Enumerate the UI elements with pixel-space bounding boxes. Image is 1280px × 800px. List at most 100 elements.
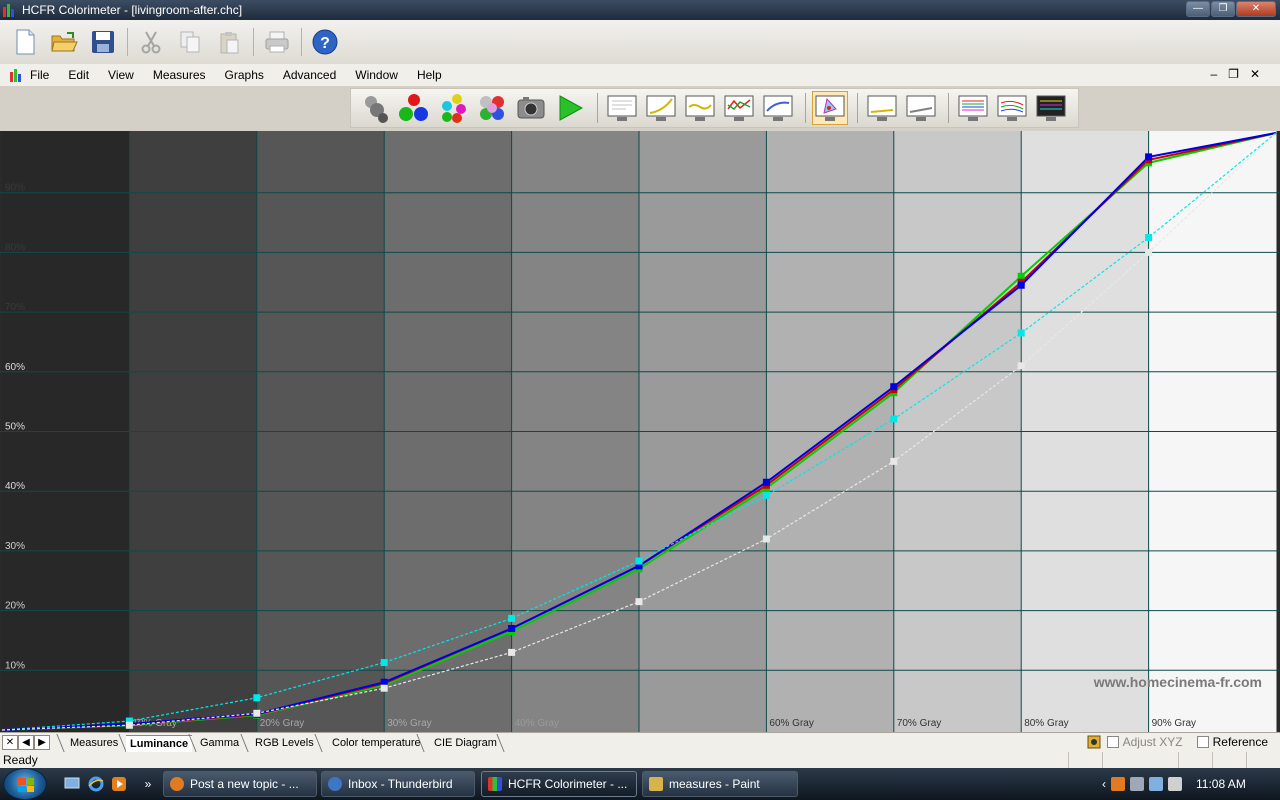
y-tick-label: 10% xyxy=(5,660,25,671)
maximize-button[interactable]: ❐ xyxy=(1211,1,1235,17)
mdi-minimize-button[interactable]: – xyxy=(1210,67,1217,81)
data-set-view-button[interactable] xyxy=(1033,91,1069,125)
menu-bar: File Edit View Measures Graphs Advanced … xyxy=(0,64,1280,86)
multi-balls-button[interactable] xyxy=(474,91,510,125)
paint-icon xyxy=(649,777,663,791)
y-tick-label: 80% xyxy=(5,242,25,253)
near-white-view-icon xyxy=(906,95,936,121)
volume-icon[interactable] xyxy=(1168,777,1182,791)
close-view-button[interactable]: ✕ xyxy=(2,735,18,750)
copy-button[interactable] xyxy=(173,26,207,58)
tab-divider xyxy=(56,734,65,752)
windows-logo-icon xyxy=(18,778,34,792)
close-button[interactable]: ✕ xyxy=(1236,1,1276,17)
color-temp-view-button[interactable] xyxy=(760,91,796,125)
data-point xyxy=(253,709,261,717)
tab-rgb-levels[interactable]: RGB Levels xyxy=(255,735,314,752)
menu-measures[interactable]: Measures xyxy=(153,68,206,82)
near-black-view-button[interactable] xyxy=(864,91,900,125)
cut-button[interactable] xyxy=(134,26,168,58)
camera-button[interactable] xyxy=(513,91,549,125)
view-options: Adjust XYZ Reference xyxy=(1087,735,1268,749)
tray-monitor-icon[interactable] xyxy=(1130,777,1144,791)
task-label: measures - Paint xyxy=(669,777,760,791)
saturation-shift-view-button[interactable] xyxy=(955,91,991,125)
menu-window[interactable]: Window xyxy=(355,68,398,82)
data-point xyxy=(1145,248,1153,256)
adjust-xyz-checkbox[interactable] xyxy=(1106,736,1119,748)
data-point xyxy=(890,457,898,465)
standard-toolbar: ? xyxy=(0,20,1280,64)
gamma-view-icon xyxy=(685,95,715,121)
menu-file[interactable]: File xyxy=(30,68,49,82)
mdi-close-button[interactable]: ✕ xyxy=(1250,67,1260,81)
menu-view[interactable]: View xyxy=(108,68,134,82)
clock[interactable]: 11:08 AM xyxy=(1196,777,1246,791)
cie-diagram-view-icon xyxy=(815,95,845,121)
save-button[interactable] xyxy=(86,26,120,58)
previous-tab-button[interactable]: ◀ xyxy=(18,735,34,750)
luminance-view-icon xyxy=(646,95,676,121)
task-hcfr-colorimeter[interactable]: HCFR Colorimeter - ... xyxy=(481,771,637,797)
gamma-view-button[interactable] xyxy=(682,91,718,125)
internet-explorer-icon[interactable] xyxy=(88,776,104,792)
document-system-icon[interactable] xyxy=(10,68,24,82)
tab-luminance[interactable]: Luminance xyxy=(126,735,193,752)
network-icon[interactable] xyxy=(1149,777,1163,791)
paste-icon xyxy=(220,32,239,54)
task-thunderbird-inbox[interactable]: Inbox - Thunderbird xyxy=(321,771,475,797)
system-tray: ‹ 11:08 AM xyxy=(1098,768,1280,800)
y-tick-label: 30% xyxy=(5,541,25,552)
new-document-button[interactable] xyxy=(8,26,42,58)
status-pane xyxy=(1246,752,1280,768)
view-tab-bar: ✕ ◀ ▶ Measures Luminance Gamma RGB Level… xyxy=(0,732,1280,752)
measures-view-button[interactable] xyxy=(604,91,640,125)
saturation-lum-view-button[interactable] xyxy=(994,91,1030,125)
tab-color-temperature[interactable]: Color temperature xyxy=(332,735,421,752)
hcfr-app-icon[interactable] xyxy=(3,3,17,17)
tab-divider xyxy=(240,734,249,752)
paste-button[interactable] xyxy=(212,26,246,58)
help-button[interactable]: ? xyxy=(308,26,342,58)
color-balls-button[interactable] xyxy=(435,91,471,125)
save-icon xyxy=(92,31,114,53)
menu-graphs[interactable]: Graphs xyxy=(225,68,264,82)
mdi-restore-button[interactable]: ❐ xyxy=(1228,67,1239,81)
tab-measures[interactable]: Measures xyxy=(70,735,118,752)
rgb-levels-view-button[interactable] xyxy=(721,91,757,125)
svg-text:?: ? xyxy=(320,35,330,52)
minimize-button[interactable]: — xyxy=(1186,1,1210,17)
window-title: HCFR Colorimeter - [livingroom-after.chc… xyxy=(22,3,243,17)
tray-expand-button[interactable]: ‹ xyxy=(1102,777,1106,791)
tray-app-icon[interactable] xyxy=(1111,777,1125,791)
next-tab-button[interactable]: ▶ xyxy=(34,735,50,750)
play-button[interactable] xyxy=(552,91,588,125)
tab-gamma[interactable]: Gamma xyxy=(200,735,239,752)
luminance-chart-svg: 10%20%30%40%50%60%70%80%90% 10% Gray 20% … xyxy=(0,131,1280,732)
rgb-balls-button[interactable] xyxy=(396,91,432,125)
print-button[interactable] xyxy=(260,26,294,58)
menu-advanced[interactable]: Advanced xyxy=(283,68,336,82)
task-firefox-post-topic[interactable]: Post a new topic - ... xyxy=(163,771,317,797)
menu-edit[interactable]: Edit xyxy=(68,68,89,82)
open-button[interactable] xyxy=(47,26,81,58)
show-desktop-icon[interactable] xyxy=(64,776,80,792)
tab-cie-diagram[interactable]: CIE Diagram xyxy=(434,735,497,752)
y-tick-label: 40% xyxy=(5,481,25,492)
menu-help[interactable]: Help xyxy=(417,68,442,82)
cie-diagram-view-button[interactable] xyxy=(812,91,848,125)
start-button[interactable] xyxy=(3,768,47,800)
camera-icon xyxy=(517,97,545,119)
status-bar: Ready xyxy=(0,752,1280,768)
task-paint-measures[interactable]: measures - Paint xyxy=(642,771,798,797)
near-white-view-button[interactable] xyxy=(903,91,939,125)
y-tick-label: 60% xyxy=(5,362,25,373)
quick-launch-more-button[interactable]: » xyxy=(140,776,156,792)
sensor-button[interactable] xyxy=(357,91,393,125)
print-icon xyxy=(265,31,289,53)
luminance-view-button[interactable] xyxy=(643,91,679,125)
luminance-chart[interactable]: 10% 20% 30% 40% 50% 60% 70% 80% 90% 10% Gray 20% … xyxy=(0,131,1280,732)
media-player-icon[interactable] xyxy=(111,776,127,792)
data-point xyxy=(508,614,516,622)
reference-checkbox[interactable] xyxy=(1196,736,1209,748)
